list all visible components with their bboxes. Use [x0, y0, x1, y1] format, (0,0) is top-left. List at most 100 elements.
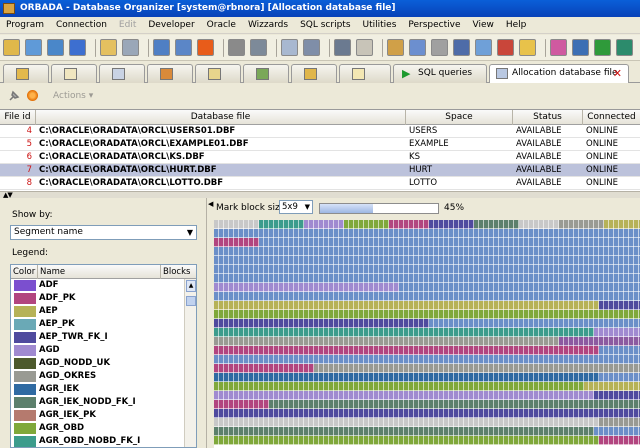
block-cell[interactable]: [514, 274, 519, 283]
block-cell[interactable]: [419, 229, 424, 238]
block-cell[interactable]: [634, 229, 639, 238]
block-cell[interactable]: [614, 274, 619, 283]
block-cell[interactable]: [264, 328, 269, 337]
block-cell[interactable]: [544, 220, 549, 229]
block-cell[interactable]: [424, 364, 429, 373]
block-cell[interactable]: [569, 301, 574, 310]
block-cell[interactable]: [234, 427, 239, 436]
block-cell[interactable]: [399, 301, 404, 310]
block-cell[interactable]: [239, 409, 244, 418]
block-cell[interactable]: [219, 247, 224, 256]
block-cell[interactable]: [294, 337, 299, 346]
block-cell[interactable]: [369, 373, 374, 382]
block-cell[interactable]: [599, 274, 604, 283]
block-cell[interactable]: [239, 364, 244, 373]
block-cell[interactable]: [409, 220, 414, 229]
table-row[interactable]: 8 C:\ORACLE\ORADATA\ORCL\LOTTO.DBF LOTTO…: [0, 177, 640, 190]
block-cell[interactable]: [299, 220, 304, 229]
block-cell[interactable]: [334, 301, 339, 310]
block-cell[interactable]: [519, 238, 524, 247]
block-cell[interactable]: [359, 256, 364, 265]
block-cell[interactable]: [364, 238, 369, 247]
block-cell[interactable]: [464, 391, 469, 400]
block-cell[interactable]: [614, 409, 619, 418]
block-cell[interactable]: [294, 283, 299, 292]
block-cell[interactable]: [459, 247, 464, 256]
block-cell[interactable]: [499, 220, 504, 229]
block-cell[interactable]: [319, 382, 324, 391]
block-cell[interactable]: [424, 310, 429, 319]
menu-oracle[interactable]: Oracle: [201, 20, 242, 30]
block-cell[interactable]: [449, 337, 454, 346]
block-cell[interactable]: [589, 310, 594, 319]
block-cell[interactable]: [604, 427, 609, 436]
block-cell[interactable]: [479, 400, 484, 409]
block-cell[interactable]: [624, 436, 629, 445]
block-cell[interactable]: [529, 229, 534, 238]
block-cell[interactable]: [254, 436, 259, 445]
block-cell[interactable]: [454, 427, 459, 436]
block-cell[interactable]: [459, 292, 464, 301]
block-cell[interactable]: [464, 337, 469, 346]
column-header-database-file[interactable]: Database file: [36, 110, 406, 125]
block-cell[interactable]: [289, 391, 294, 400]
block-cell[interactable]: [554, 373, 559, 382]
block-cell[interactable]: [509, 301, 514, 310]
block-cell[interactable]: [404, 346, 409, 355]
block-cell[interactable]: [454, 301, 459, 310]
block-cell[interactable]: [394, 319, 399, 328]
block-cell[interactable]: [239, 247, 244, 256]
block-cell[interactable]: [399, 292, 404, 301]
block-cell[interactable]: [529, 328, 534, 337]
block-cell[interactable]: [294, 364, 299, 373]
block-cell[interactable]: [239, 436, 244, 445]
block-cell[interactable]: [284, 391, 289, 400]
block-cell[interactable]: [334, 238, 339, 247]
block-cell[interactable]: [274, 436, 279, 445]
block-cell[interactable]: [529, 319, 534, 328]
block-cell[interactable]: [314, 220, 319, 229]
block-cell[interactable]: [594, 373, 599, 382]
block-cell[interactable]: [394, 427, 399, 436]
block-cell[interactable]: [254, 319, 259, 328]
block-cell[interactable]: [589, 427, 594, 436]
block-cell[interactable]: [354, 220, 359, 229]
block-cell[interactable]: [614, 283, 619, 292]
block-cell[interactable]: [509, 355, 514, 364]
block-cell[interactable]: [449, 220, 454, 229]
block-cell[interactable]: [524, 283, 529, 292]
block-cell[interactable]: [509, 346, 514, 355]
block-cell[interactable]: [344, 382, 349, 391]
block-cell[interactable]: [474, 238, 479, 247]
block-cell[interactable]: [419, 382, 424, 391]
block-cell[interactable]: [399, 382, 404, 391]
block-cell[interactable]: [609, 373, 614, 382]
block-cell[interactable]: [559, 427, 564, 436]
block-cell[interactable]: [514, 328, 519, 337]
block-cell[interactable]: [494, 418, 499, 427]
block-cell[interactable]: [304, 283, 309, 292]
block-cell[interactable]: [324, 265, 329, 274]
legend-row[interactable]: ADF: [11, 279, 186, 292]
block-cell[interactable]: [249, 265, 254, 274]
block-cell[interactable]: [294, 418, 299, 427]
block-cell[interactable]: [424, 337, 429, 346]
block-cell[interactable]: [399, 337, 404, 346]
block-cell[interactable]: [249, 373, 254, 382]
block-cell[interactable]: [559, 328, 564, 337]
block-cell[interactable]: [469, 292, 474, 301]
legend-row[interactable]: AEP_TWR_FK_I: [11, 331, 186, 344]
tools-icon[interactable]: [228, 39, 245, 56]
block-cell[interactable]: [389, 265, 394, 274]
block-cell[interactable]: [254, 247, 259, 256]
block-cell[interactable]: [514, 238, 519, 247]
block-cell[interactable]: [259, 418, 264, 427]
block-cell[interactable]: [434, 229, 439, 238]
block-cell[interactable]: [294, 382, 299, 391]
block-cell[interactable]: [584, 427, 589, 436]
block-cell[interactable]: [499, 265, 504, 274]
block-cell[interactable]: [284, 283, 289, 292]
block-cell[interactable]: [349, 391, 354, 400]
block-cell[interactable]: [444, 355, 449, 364]
block-cell[interactable]: [609, 364, 614, 373]
